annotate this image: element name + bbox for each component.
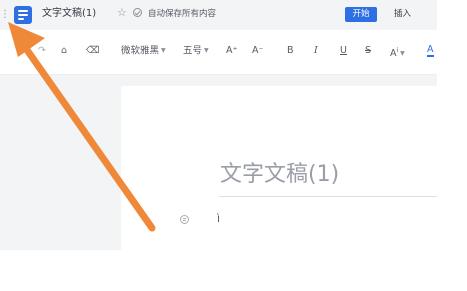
font-color-button[interactable]: A [427, 44, 434, 57]
clear-format-icon[interactable]: ⌫ [86, 44, 99, 58]
font-name-select[interactable]: 微软雅黑 ▼ [121, 44, 166, 59]
formatting-toolbar: ↷ ⌂ ⌫ 微软雅黑 ▼ 五号 ▼ A⁺ A⁻ B I U S Ai ▼ A [0, 30, 437, 75]
decrease-font-button[interactable]: A⁻ [252, 44, 264, 58]
document-icon[interactable] [14, 6, 32, 24]
font-size-select[interactable]: 五号 ▼ [183, 44, 209, 59]
font-size-label: 五号 [183, 45, 203, 57]
star-icon[interactable]: ☆ [117, 6, 127, 20]
text-cursor: ì [217, 212, 221, 225]
menu-icon[interactable]: ⋮ [0, 9, 10, 21]
document-page[interactable]: 文字文稿(1) ì [121, 86, 437, 250]
bold-button[interactable]: B [287, 44, 294, 58]
chevron-down-icon: ▼ [204, 47, 209, 54]
font-name-label: 微软雅黑 [121, 45, 160, 57]
chevron-down-icon: ▼ [161, 47, 166, 54]
chevron-down-icon: ▼ [400, 49, 405, 57]
saved-check-icon [133, 8, 142, 17]
title-bar: ⋮ 文字文稿(1) ☆ 自动保存所有内容 开始 插入 [0, 0, 437, 30]
tab-start[interactable]: 开始 [345, 7, 377, 22]
increase-font-button[interactable]: A⁺ [226, 44, 238, 58]
strikethrough-button[interactable]: S [365, 44, 371, 58]
autosave-status: 自动保存所有内容 [148, 9, 217, 19]
heading-divider [219, 196, 437, 197]
app-window: ⋮ 文字文稿(1) ☆ 自动保存所有内容 开始 插入 ↷ ⌂ ⌫ 微软雅黑 ▼ 五… [0, 0, 467, 291]
tab-insert[interactable]: 插入 [394, 7, 411, 22]
document-canvas: 文字文稿(1) ì [0, 75, 437, 250]
underline-button[interactable]: U [340, 44, 347, 58]
italic-button[interactable]: I [314, 44, 318, 58]
document-heading[interactable]: 文字文稿(1) [220, 161, 339, 189]
document-title[interactable]: 文字文稿(1) [42, 7, 96, 21]
superscript-button[interactable]: Ai ▼ [390, 44, 405, 61]
redo-icon[interactable]: ↷ [38, 44, 46, 58]
paragraph-handle-icon[interactable] [180, 215, 189, 224]
format-painter-icon[interactable]: ⌂ [61, 44, 67, 58]
